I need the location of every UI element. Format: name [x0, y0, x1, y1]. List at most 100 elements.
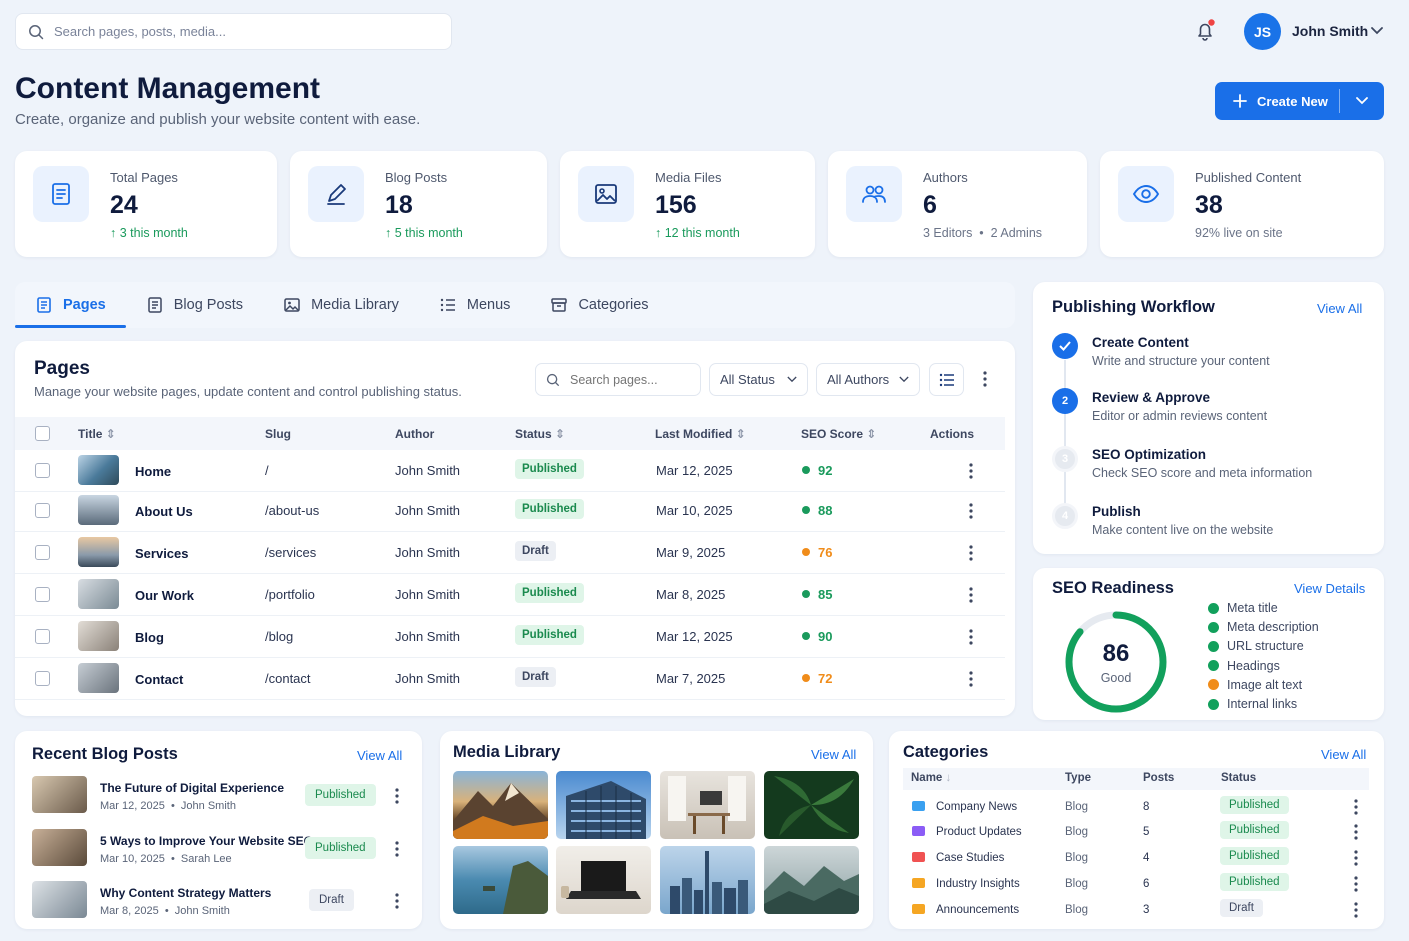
pages-search[interactable] — [535, 363, 701, 396]
row-checkbox[interactable] — [35, 629, 50, 644]
stat-card-media-files[interactable]: Media Files 156 ↑ 12 this month — [560, 151, 815, 257]
stat-card-total-pages[interactable]: Total Pages 24 ↑ 3 this month — [15, 151, 277, 257]
more-vertical-icon[interactable] — [983, 371, 987, 387]
more-vertical-icon[interactable] — [395, 788, 399, 809]
global-search[interactable] — [15, 13, 452, 50]
more-vertical-icon[interactable] — [1354, 876, 1358, 895]
category-name[interactable]: Company News — [936, 801, 1017, 813]
row-checkbox[interactable] — [35, 671, 50, 686]
more-vertical-icon[interactable] — [1354, 902, 1358, 921]
media-thumbnail[interactable] — [764, 846, 859, 914]
author-filter[interactable]: All Authors — [816, 363, 920, 396]
more-vertical-icon[interactable] — [969, 503, 973, 522]
chevron-down-icon — [899, 376, 909, 383]
more-vertical-icon[interactable] — [1354, 850, 1358, 869]
page-title-cell[interactable]: Contact — [135, 672, 183, 687]
page-title-cell[interactable]: Services — [135, 546, 189, 561]
table-row[interactable]: Company News Blog 8 Published — [903, 794, 1369, 820]
stat-card-authors[interactable]: Authors 6 3 Editors • 2 Admins — [828, 151, 1087, 257]
status-filter[interactable]: All Status — [709, 363, 808, 396]
table-row[interactable]: Our Work/portfolio John Smith Published Mar… — [15, 574, 1005, 616]
media-thumbnail[interactable] — [660, 846, 755, 914]
more-vertical-icon[interactable] — [1354, 824, 1358, 843]
seo-view-details-link[interactable]: View Details — [1294, 581, 1365, 596]
more-vertical-icon[interactable] — [969, 629, 973, 648]
check-circle-icon — [1208, 698, 1219, 710]
media-view-all-link[interactable]: View All — [811, 747, 856, 762]
tab-menus[interactable]: Menus — [419, 282, 531, 328]
user-name[interactable]: John Smith — [1292, 23, 1368, 39]
tab-blog-posts[interactable]: Blog Posts — [126, 282, 263, 328]
category-name[interactable]: Industry Insights — [936, 878, 1020, 890]
category-name[interactable]: Product Updates — [936, 826, 1022, 838]
table-row[interactable]: Announcements Blog 3 Draft — [903, 897, 1369, 923]
media-thumbnail[interactable] — [453, 771, 548, 839]
more-vertical-icon[interactable] — [969, 463, 973, 482]
folder-icon — [912, 878, 925, 888]
category-posts: 5 — [1143, 826, 1150, 838]
more-vertical-icon[interactable] — [395, 841, 399, 862]
global-search-input[interactable] — [54, 24, 414, 39]
more-vertical-icon[interactable] — [969, 587, 973, 606]
seo-check-item: Meta description — [1208, 620, 1319, 634]
category-posts: 6 — [1143, 878, 1150, 890]
more-vertical-icon[interactable] — [395, 893, 399, 914]
table-row[interactable]: Blog/blog John Smith Published Mar 12, 2025… — [15, 616, 1005, 658]
row-checkbox[interactable] — [35, 463, 50, 478]
row-checkbox[interactable] — [35, 503, 50, 518]
more-vertical-icon[interactable] — [969, 545, 973, 564]
table-row[interactable]: Services/services John Smith Draft Mar 9, 2… — [15, 532, 1005, 574]
row-checkbox[interactable] — [35, 587, 50, 602]
plus-icon — [1233, 94, 1247, 108]
stat-sub: ↑ 12 this month — [655, 226, 740, 240]
select-all-checkbox[interactable] — [35, 426, 50, 441]
more-vertical-icon[interactable] — [969, 671, 973, 690]
workflow-view-all-link[interactable]: View All — [1317, 301, 1362, 316]
create-new-button[interactable]: Create New — [1215, 82, 1384, 120]
table-row[interactable]: Home / John Smith Published Mar 12, 2025 92 — [15, 450, 1005, 492]
category-name[interactable]: Announcements — [936, 904, 1019, 916]
more-vertical-icon[interactable] — [1354, 799, 1358, 818]
table-row[interactable]: Contact/contact John Smith Draft Mar 7, 202… — [15, 658, 1005, 700]
media-thumbnail[interactable] — [764, 771, 859, 839]
folder-icon — [912, 904, 925, 914]
tab-pages[interactable]: Pages — [15, 282, 126, 328]
table-row[interactable]: Case Studies Blog 4 Published — [903, 845, 1369, 871]
recent-posts-view-all-link[interactable]: View All — [357, 748, 402, 763]
pages-panel-subtitle: Manage your website pages, update conten… — [34, 384, 462, 399]
post-title[interactable]: 5 Ways to Improve Your Website SEO — [100, 834, 313, 848]
col-title[interactable]: Title ⇕ — [78, 427, 116, 441]
list-view-button[interactable] — [929, 363, 964, 396]
create-new-main[interactable]: Create New — [1215, 82, 1339, 120]
notification-bell-icon[interactable] — [1193, 19, 1217, 43]
media-thumbnail[interactable] — [556, 846, 651, 914]
page-thumbnail — [78, 537, 119, 567]
chevron-down-icon[interactable] — [1371, 27, 1383, 35]
col-seo-score[interactable]: SEO Score ⇕ — [801, 427, 876, 441]
page-title-cell[interactable]: Blog — [135, 630, 164, 645]
stat-card-published-content[interactable]: Published Content 38 92% live on site — [1100, 151, 1384, 257]
row-checkbox[interactable] — [35, 545, 50, 560]
col-last-modified[interactable]: Last Modified ⇕ — [655, 427, 746, 441]
page-title-cell[interactable]: Our Work — [135, 588, 194, 603]
tab-categories[interactable]: Categories — [530, 282, 668, 328]
page-title-cell[interactable]: About Us — [135, 504, 193, 519]
create-new-dropdown[interactable] — [1340, 82, 1384, 120]
col-name[interactable]: Name ↓ — [911, 772, 951, 784]
categories-view-all-link[interactable]: View All — [1321, 747, 1366, 762]
category-name[interactable]: Case Studies — [936, 852, 1004, 864]
avatar[interactable]: JS — [1244, 13, 1281, 50]
tab-media-library[interactable]: Media Library — [263, 282, 419, 328]
media-thumbnail[interactable] — [660, 771, 755, 839]
table-row[interactable]: Industry Insights Blog 6 Published — [903, 871, 1369, 897]
table-row[interactable]: Product Updates Blog 5 Published — [903, 819, 1369, 845]
page-title-cell[interactable]: Home — [135, 464, 171, 479]
post-title[interactable]: The Future of Digital Experience — [100, 781, 284, 795]
stat-card-blog-posts[interactable]: Blog Posts 18 ↑ 5 this month — [290, 151, 547, 257]
col-status[interactable]: Status ⇕ — [515, 427, 565, 441]
post-title[interactable]: Why Content Strategy Matters — [100, 886, 271, 900]
table-row[interactable]: About Us/about-us John Smith Published Mar … — [15, 490, 1005, 532]
media-thumbnail[interactable] — [453, 846, 548, 914]
pages-search-input[interactable] — [570, 372, 690, 387]
media-thumbnail[interactable] — [556, 771, 651, 839]
